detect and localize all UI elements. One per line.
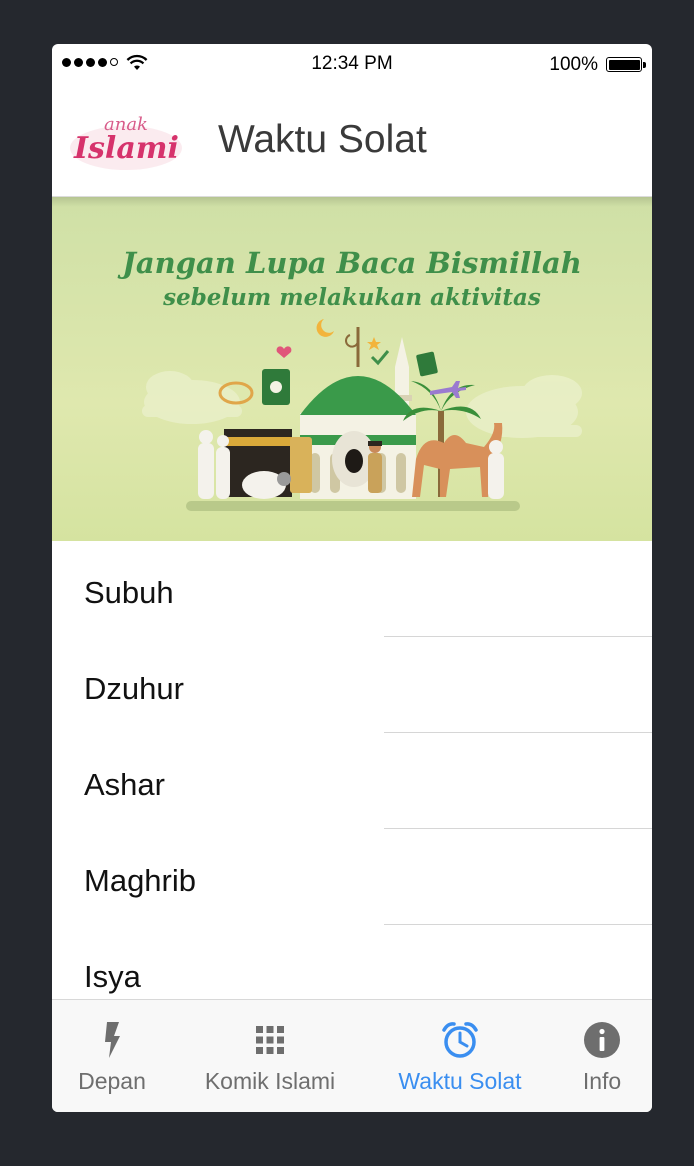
battery-icon [606,57,642,72]
prayer-row-isya[interactable]: Isya [52,925,652,999]
info-icon [584,1022,620,1058]
app-header: anak Islami Waktu Solat [52,84,652,197]
prayer-row-maghrib[interactable]: Maghrib [52,829,652,925]
tab-info[interactable]: Info [560,1000,644,1112]
status-bar: 12:34 PM 100% [52,44,652,84]
prayer-name: Isya [84,959,141,994]
battery-tip [643,62,646,68]
banner-illustration: Jangan Lupa Baca Bismillah sebelum melak… [117,246,582,511]
tab-komik-islami[interactable]: Komik Islami [188,1000,352,1112]
prayer-time-list[interactable]: Subuh Dzuhur Ashar Maghrib Isya [52,541,652,999]
prayer-name: Maghrib [84,863,196,898]
prayer-name: Ashar [84,767,165,802]
flash-icon [105,1022,120,1058]
banner-image: Jangan Lupa Baca Bismillah sebelum melak… [52,197,652,541]
tab-depan[interactable]: Depan [52,1000,172,1112]
tab-label: Komik Islami [204,1068,336,1094]
tab-label: Info [582,1068,622,1094]
logo-bottom-text: Islami [73,131,179,166]
banner-headline: Jangan Lupa Baca Bismillah [117,246,582,280]
anak-islami-logo: anak Islami [70,114,182,170]
tab-bar: Depan Komik Islami Waktu Solat Info [52,999,652,1112]
banner-subheadline: sebelum melakukan aktivitas [162,284,541,311]
tab-label: Depan [78,1068,146,1094]
grid-icon [256,1026,284,1054]
page-title: Waktu Solat [218,118,427,161]
battery-percentage: 100% [549,54,598,75]
tab-waktu-solat[interactable]: Waktu Solat [382,1000,538,1112]
tab-label: Waktu Solat [398,1068,522,1094]
alarm-clock-icon [442,1022,478,1058]
prayer-row-ashar[interactable]: Ashar [52,733,652,829]
prayer-name: Dzuhur [84,671,184,706]
phone-screen: 12:34 PM 100% anak Islami Waktu Solat Ja… [52,44,652,1112]
prayer-row-subuh[interactable]: Subuh [52,541,652,637]
prayer-row-dzuhur[interactable]: Dzuhur [52,637,652,733]
prayer-name: Subuh [84,575,174,610]
